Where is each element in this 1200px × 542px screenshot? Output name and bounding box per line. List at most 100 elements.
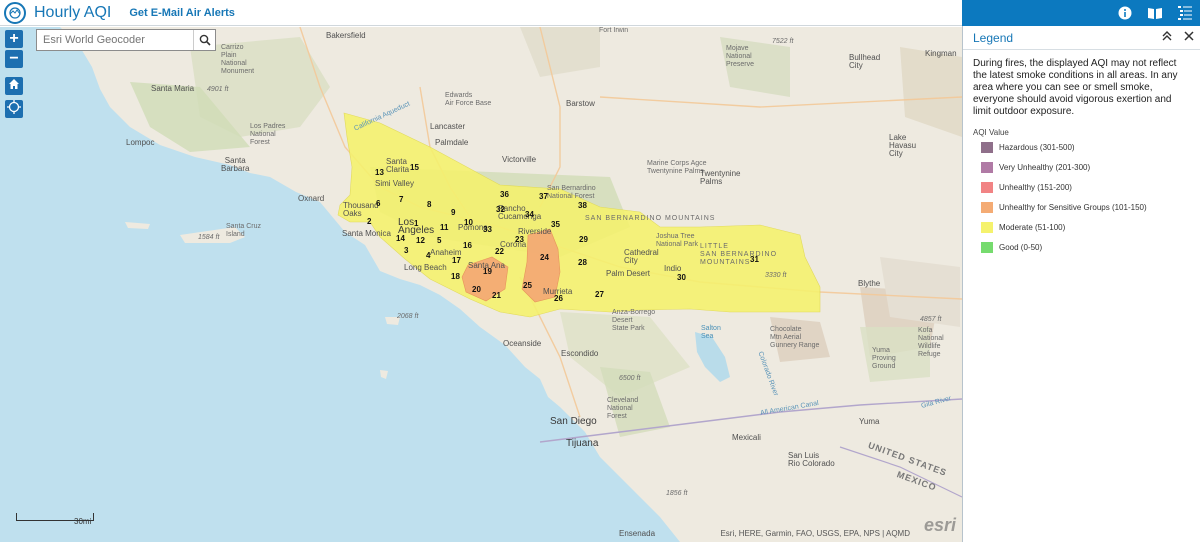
zone-label[interactable]: 9 [451, 209, 455, 217]
place-oceanside: Oceanside [503, 339, 542, 348]
zone-label[interactable]: 24 [540, 254, 549, 262]
zone-label[interactable]: 27 [595, 291, 604, 299]
zone-label[interactable]: 21 [492, 292, 501, 300]
zone-label[interactable]: 11 [440, 224, 448, 232]
zone-label[interactable]: 32 [496, 206, 505, 214]
zone-label[interactable]: 1 [414, 220, 418, 228]
zoom-in-button[interactable]: + [5, 30, 23, 48]
book-icon[interactable] [1140, 0, 1170, 26]
zone-label[interactable]: 6 [376, 200, 380, 208]
zone-label[interactable]: 8 [427, 201, 431, 209]
zone-label[interactable]: 30 [677, 274, 686, 282]
map-attribution[interactable]: Esri, HERE, Garmin, FAO, USGS, EPA, NPS … [720, 529, 910, 538]
place-palm-desert: Palm Desert [606, 269, 651, 278]
zone-label[interactable]: 26 [554, 295, 563, 303]
place-santa-maria: Santa Maria [151, 84, 195, 93]
zone-label[interactable]: 29 [579, 236, 588, 244]
place-yuma: Yuma [859, 417, 880, 426]
place-ensenada: Ensenada [619, 529, 656, 538]
legend-title: Legend [973, 30, 1014, 45]
app-title: Hourly AQI [34, 3, 112, 21]
home-button[interactable] [5, 77, 23, 95]
zone-label[interactable]: 10 [464, 219, 473, 227]
place-santa-clarita: Santa Clarita [386, 157, 410, 174]
list-icon[interactable] [1170, 0, 1200, 26]
legend-panel: Legend During fires, the displayed AQI m… [962, 26, 1200, 542]
place-tijuana: Tijuana [566, 438, 599, 449]
zone-label[interactable]: 33 [483, 226, 492, 234]
place-edwards: Edwards Air Force Base [445, 92, 492, 107]
zone-label[interactable]: 4 [426, 252, 430, 260]
place-sb-forest: San Bernardino National Forest [547, 185, 596, 200]
legend-swatch [981, 201, 993, 213]
app-logo-icon[interactable] [4, 1, 26, 24]
zone-label[interactable]: 19 [483, 268, 492, 276]
zone-label[interactable]: 7 [399, 196, 403, 204]
search-input[interactable] [37, 34, 193, 46]
elev-2068: 2068 ft [397, 313, 419, 320]
place-simi-valley: Simi Valley [375, 179, 414, 188]
place-santa-monica: Santa Monica [342, 229, 391, 238]
zone-label[interactable]: 37 [539, 193, 548, 201]
legend-label: Hazardous (301-500) [999, 142, 1075, 152]
zone-label[interactable]: 31 [750, 256, 759, 264]
zone-label[interactable]: 13 [375, 169, 384, 177]
place-bakersfield: Bakersfield [326, 31, 366, 40]
elev-7522: 7522 ft [772, 38, 794, 45]
place-palmdale: Palmdale [435, 138, 469, 147]
zone-label[interactable]: 3 [404, 247, 408, 255]
zone-label[interactable]: 36 [500, 191, 509, 199]
zone-label[interactable]: 28 [578, 259, 587, 267]
collapse-icon[interactable] [1156, 31, 1178, 44]
elev-6500: 6500 ft [619, 375, 641, 382]
legend-label: Unhealthy (151-200) [999, 182, 1072, 192]
zone-label[interactable]: 17 [452, 257, 461, 265]
info-icon[interactable] [1110, 0, 1140, 26]
place-cathedral-city: Cathedral City [624, 248, 659, 265]
legend-item: Moderate (51-100) [981, 217, 1190, 237]
app-window: Hourly AQI Get E-Mail Air Alerts Bakersf… [0, 0, 1200, 542]
zone-label[interactable]: 23 [515, 236, 524, 244]
zoom-out-button[interactable]: − [5, 50, 23, 68]
zone-label[interactable]: 34 [525, 211, 534, 219]
app-header: Hourly AQI Get E-Mail Air Alerts [0, 0, 962, 26]
place-lake-havasu: Lake Havasu City [889, 133, 917, 158]
close-icon[interactable] [1178, 31, 1200, 44]
zone-label[interactable]: 14 [396, 235, 405, 243]
geocoder-search [36, 29, 216, 51]
zone-label[interactable]: 38 [578, 202, 587, 210]
legend-label: Moderate (51-100) [999, 222, 1066, 232]
map-view[interactable]: Bakersfield Santa Maria Lompoc Santa Bar… [0, 27, 962, 542]
zone-label[interactable]: 18 [451, 273, 460, 281]
zone-label[interactable]: 25 [523, 282, 532, 290]
zone-label[interactable]: 20 [472, 286, 481, 294]
zone-label[interactable]: 35 [551, 221, 560, 229]
locate-icon [7, 100, 21, 114]
legend-item: Good (0-50) [981, 237, 1190, 257]
email-alerts-link[interactable]: Get E-Mail Air Alerts [129, 7, 235, 19]
zone-label[interactable]: 22 [495, 248, 504, 256]
place-oxnard: Oxnard [298, 194, 325, 203]
place-cleveland: Cleveland National Forest [607, 397, 639, 420]
zone-label[interactable]: 16 [463, 242, 472, 250]
place-lancaster: Lancaster [430, 122, 466, 131]
scale-label: 30mi [74, 517, 92, 526]
place-santa-cruz-island: Santa Cruz Island [226, 223, 262, 238]
zone-label[interactable]: 15 [410, 164, 419, 172]
zone-label[interactable]: 12 [416, 237, 425, 245]
aqi-value-title: AQI Value [973, 128, 1009, 137]
locate-button[interactable] [5, 100, 23, 118]
zone-label[interactable]: 5 [437, 237, 441, 245]
search-button[interactable] [193, 30, 215, 50]
legend-swatch [981, 141, 993, 153]
place-san-diego: San Diego [550, 416, 597, 427]
place-san-luis: San Luis Rio Colorado [788, 451, 835, 468]
zone-label[interactable]: 2 [367, 218, 371, 226]
place-blythe: Blythe [858, 279, 881, 288]
smoke-notice: During fires, the displayed AQI may not … [973, 58, 1178, 117]
place-mexicali: Mexicali [732, 433, 761, 442]
esri-logo[interactable]: esri [924, 515, 956, 536]
place-marine-corps: Marine Corps Agce Twentynine Palms [647, 160, 707, 175]
place-mojave-preserve: Mojave National Preserve [726, 45, 755, 68]
place-fort-irwin: Fort Irwin [599, 27, 629, 34]
